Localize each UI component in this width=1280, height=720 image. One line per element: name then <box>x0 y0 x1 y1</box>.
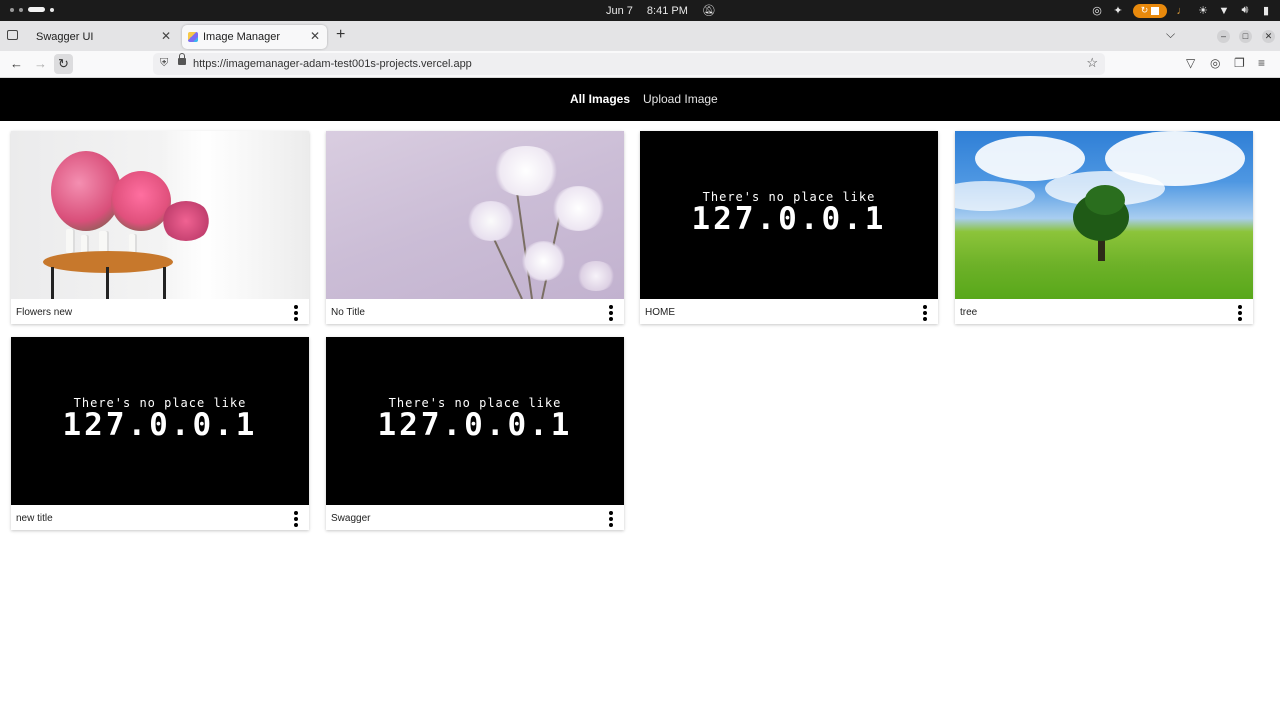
candle-graphic <box>99 231 109 253</box>
more-options-icon[interactable] <box>292 511 300 527</box>
image-thumbnail[interactable] <box>955 131 1253 299</box>
recording-icon: ↻ <box>1140 5 1149 15</box>
thumbnail-text-line2: 127.0.0.1 <box>691 201 887 237</box>
thumbnail-text-line2: 127.0.0.1 <box>377 407 573 443</box>
new-tab-button[interactable]: + <box>336 26 345 44</box>
tab-title: Image Manager <box>203 31 281 43</box>
more-options-icon[interactable] <box>1236 305 1244 321</box>
list-all-tabs-chevron-icon[interactable]: ⌵ <box>1166 27 1175 42</box>
image-card[interactable]: There's no place like 127.0.0.1 HOME <box>640 131 938 324</box>
stop-icon <box>1151 6 1160 15</box>
image-title: Flowers new <box>16 307 73 318</box>
candle-graphic <box>66 229 75 253</box>
volume-icon[interactable]: 🔊︎ <box>1239 4 1251 17</box>
bookmark-star-icon[interactable]: ☆ <box>1086 55 1098 71</box>
url-input[interactable] <box>193 55 1063 73</box>
tab-list-icon[interactable] <box>7 30 18 40</box>
tree-crown-graphic <box>1085 185 1125 215</box>
close-tab-icon[interactable]: ✕ <box>161 29 171 43</box>
more-options-icon[interactable] <box>921 305 929 321</box>
app-header: All Images Upload Image <box>0 78 1280 121</box>
thumbnail-text-line2: 127.0.0.1 <box>62 407 258 443</box>
image-thumbnail[interactable] <box>326 131 624 299</box>
image-title: HOME <box>645 307 675 318</box>
image-thumbnail[interactable]: There's no place like 127.0.0.1 <box>326 337 624 505</box>
image-title: new title <box>16 513 53 524</box>
white-flower-graphic <box>521 241 566 281</box>
table-leg-graphic <box>163 267 166 299</box>
tab-image-manager[interactable]: Image Manager ✕ <box>182 25 327 49</box>
image-card[interactable]: Flowers new <box>11 131 309 324</box>
cloud-graphic <box>955 181 1035 211</box>
pocket-icon[interactable]: ▽ <box>1186 56 1195 70</box>
image-card[interactable]: tree <box>955 131 1253 324</box>
time-text: 8:41 PM <box>646 4 688 17</box>
menu-hamburger-icon[interactable]: ≡ <box>1258 56 1265 70</box>
app-indicator-icon[interactable]: ◎ <box>1091 5 1103 17</box>
brightness-icon[interactable]: ☀ <box>1197 5 1209 17</box>
extension-icon[interactable]: ✦ <box>1112 5 1124 17</box>
tracking-protection-shield-icon[interactable]: ⛨ <box>160 57 168 70</box>
close-tab-icon[interactable]: ✕ <box>310 29 320 43</box>
more-options-icon[interactable] <box>607 305 615 321</box>
clock[interactable]: Jun 7 8:41 PM 🔕︎ <box>606 4 716 18</box>
image-title: tree <box>960 307 978 318</box>
image-card[interactable]: There's no place like 127.0.0.1 Swagger <box>326 337 624 530</box>
nav-upload-image[interactable]: Upload Image <box>643 92 718 106</box>
workspace-dot[interactable] <box>50 7 54 12</box>
white-flower-graphic <box>491 146 561 196</box>
workspace-dot[interactable] <box>19 7 23 12</box>
nav-all-images[interactable]: All Images <box>570 92 630 106</box>
back-arrow-icon[interactable]: ← <box>10 56 23 72</box>
system-top-bar: Jun 7 8:41 PM 🔕︎ ◎ ✦ ↻ ♩ ☀ ▼ 🔊︎ ▮ <box>0 0 1280 21</box>
close-window-button[interactable]: ✕ <box>1262 30 1275 43</box>
system-tray[interactable]: ◎ ✦ ↻ ♩ ☀ ▼ 🔊︎ ▮ <box>1091 2 1272 19</box>
image-thumbnail[interactable]: There's no place like 127.0.0.1 <box>11 337 309 505</box>
date-text: Jun 7 <box>606 4 633 17</box>
table-leg-graphic <box>51 267 54 299</box>
workspace-active[interactable] <box>28 7 45 12</box>
image-thumbnail[interactable]: There's no place like 127.0.0.1 <box>640 131 938 299</box>
browser-tab-strip: Swagger UI ✕ Image Manager ✕ + ⌵ – □ ✕ <box>0 21 1280 51</box>
extensions-icon[interactable]: ❐ <box>1234 56 1245 70</box>
address-bar[interactable]: ⛨ ☆ <box>153 53 1105 75</box>
notifications-muted-icon: 🔕︎ <box>701 5 716 17</box>
workspace-indicator[interactable] <box>10 7 54 12</box>
tab-title: Swagger UI <box>36 31 94 43</box>
image-title: Swagger <box>331 513 371 524</box>
more-options-icon[interactable] <box>607 511 615 527</box>
white-flower-graphic <box>466 201 516 241</box>
maximize-window-button[interactable]: □ <box>1239 30 1252 43</box>
image-card[interactable]: There's no place like 127.0.0.1 new titl… <box>11 337 309 530</box>
white-flower-graphic <box>576 261 616 291</box>
reload-icon[interactable]: ↻ <box>54 54 73 74</box>
battery-icon[interactable]: ▮ <box>1260 5 1272 17</box>
tab-swagger-ui[interactable]: Swagger UI ✕ <box>28 25 178 49</box>
account-icon[interactable]: ◎ <box>1210 56 1220 70</box>
image-title: No Title <box>331 307 365 318</box>
image-thumbnail[interactable] <box>11 131 309 299</box>
minimize-window-button[interactable]: – <box>1217 30 1230 43</box>
favicon-icon <box>188 32 198 42</box>
workspace-dot[interactable] <box>10 7 14 12</box>
microphone-icon[interactable]: ♩ <box>1176 5 1188 17</box>
forward-arrow-icon[interactable]: → <box>34 56 47 72</box>
candle-graphic <box>129 234 137 253</box>
candle-graphic <box>81 235 89 253</box>
lock-icon[interactable] <box>178 53 186 65</box>
white-flower-graphic <box>551 186 606 231</box>
wifi-icon[interactable]: ▼ <box>1218 5 1230 17</box>
flower-bouquet-graphic <box>161 201 211 241</box>
image-card[interactable]: No Title <box>326 131 624 324</box>
table-leg-graphic <box>106 267 109 299</box>
browser-navigation-bar: ← → ↻ ⛨ ☆ ▽ ◎ ❐ ≡ <box>0 51 1280 78</box>
more-options-icon[interactable] <box>292 305 300 321</box>
screen-recording-indicator[interactable]: ↻ <box>1133 3 1167 18</box>
flower-bouquet-graphic <box>51 151 121 231</box>
